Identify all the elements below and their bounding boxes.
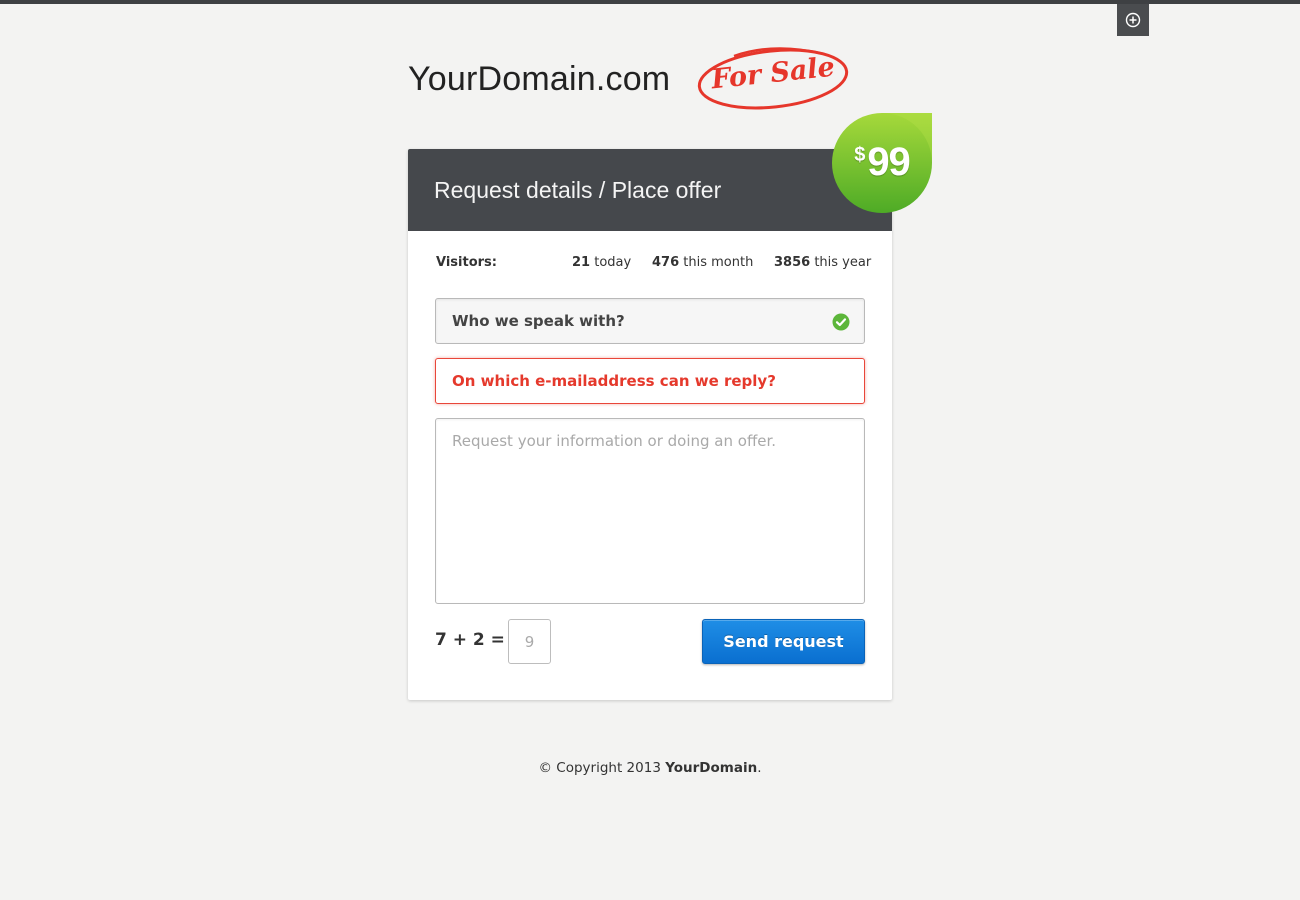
form-title: Request details / Place offer (434, 176, 722, 203)
check-circle-icon (832, 313, 850, 331)
stat-year-label: this year (814, 255, 872, 270)
footer-copyright: © Copyright 2013 (538, 760, 661, 776)
top-bar (0, 0, 1300, 4)
price-currency: $ (854, 144, 866, 166)
expand-button[interactable] (1117, 4, 1149, 36)
stat-month-label: this month (683, 255, 754, 270)
offer-form-card: Request details / Place offer Visitors: … (408, 149, 892, 700)
visitors-label: Visitors: (436, 255, 497, 270)
message-textarea[interactable]: Request your information or doing an off… (435, 418, 865, 604)
form-header: Request details / Place offer (408, 149, 892, 231)
stat-today-label: today (594, 255, 632, 270)
message-placeholder: Request your information or doing an off… (452, 432, 777, 450)
price-value: 99 (867, 140, 910, 184)
captcha-answer-value: 9 (524, 632, 535, 651)
price-label: $99 (831, 140, 933, 185)
footer: © Copyright 2013 YourDomain. (0, 760, 1300, 776)
stat-year: 3856 this year (774, 255, 871, 270)
name-field-placeholder: Who we speak with? (452, 312, 625, 330)
stat-today: 21 today (572, 255, 631, 270)
stat-month: 476 this month (652, 255, 753, 270)
domain-title: YourDomain.com (408, 60, 671, 98)
visitor-stats: Visitors: 21 today 476 this month 3856 t… (436, 255, 871, 275)
email-field-placeholder: On which e-mailaddress can we reply? (452, 372, 776, 390)
captcha-question: 7 + 2 = (435, 630, 505, 650)
send-request-button[interactable]: Send request (702, 619, 865, 664)
stat-today-count: 21 (572, 255, 591, 270)
price-badge: $99 (831, 112, 933, 214)
for-sale-stamp: For Sale (694, 44, 852, 112)
email-field[interactable]: On which e-mailaddress can we reply? (435, 358, 865, 404)
captcha-answer-input[interactable]: 9 (508, 619, 551, 664)
stat-month-count: 476 (652, 255, 680, 270)
footer-brand[interactable]: YourDomain (665, 760, 757, 776)
stat-year-count: 3856 (774, 255, 811, 270)
circle-plus-icon (1125, 12, 1141, 28)
name-field[interactable]: Who we speak with? (435, 298, 865, 344)
footer-suffix: . (757, 760, 762, 776)
